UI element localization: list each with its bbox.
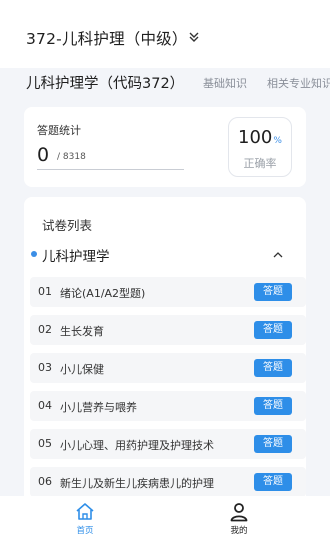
accuracy-unit: % <box>273 136 282 146</box>
chapter-row[interactable]: 06 新生儿及新生儿疾病患儿的护理 答题 <box>30 467 306 497</box>
stats-card: 答题统计 0 / 8318 100% 正确率 <box>24 107 306 187</box>
exam-header[interactable]: 372-儿科护理（中级） <box>0 0 330 68</box>
group-name[interactable]: 儿科护理学 <box>42 245 110 265</box>
answered-count: 0 <box>37 144 50 166</box>
chapter-num: 04 <box>38 399 52 412</box>
stats-label: 答题统计 <box>37 124 81 137</box>
exam-title[interactable]: 372-儿科护理（中级） <box>26 27 188 49</box>
chapter-row[interactable]: 03 小儿保健 答题 <box>30 353 306 383</box>
chapter-num: 02 <box>38 323 52 336</box>
chapter-row[interactable]: 04 小儿营养与喂养 答题 <box>30 391 306 421</box>
chapter-name: 生长发育 <box>60 325 104 338</box>
chapter-num: 05 <box>38 437 52 450</box>
user-icon <box>230 503 248 522</box>
chapter-num: 01 <box>38 285 52 298</box>
chapter-row[interactable]: 05 小儿心理、用药护理及护理技术 答题 <box>30 429 306 459</box>
chapter-row[interactable]: 01 绪论(A1/A2型题) 答题 <box>30 277 306 307</box>
chapter-name: 小儿营养与喂养 <box>60 401 137 414</box>
nav-mine[interactable]: 我的 <box>209 496 269 550</box>
subject-tab-bar: 儿科护理学（代码372） 基础知识 相关专业知识 <box>0 68 330 100</box>
group-dot-icon <box>31 251 37 257</box>
nav-home[interactable]: 首页 <box>55 496 115 550</box>
answer-button[interactable]: 答题 <box>254 359 292 377</box>
bottom-nav: 首页 我的 <box>0 496 330 550</box>
chapter-row[interactable]: 02 生长发育 答题 <box>30 315 306 345</box>
nav-home-label: 首页 <box>76 526 94 536</box>
chevron-up-icon[interactable] <box>272 249 284 261</box>
home-icon <box>76 503 94 520</box>
answer-button[interactable]: 答题 <box>254 435 292 453</box>
chevron-double-down-icon[interactable] <box>187 30 201 44</box>
chapter-name: 小儿保健 <box>60 363 104 376</box>
answer-button[interactable]: 答题 <box>254 283 292 301</box>
answer-button[interactable]: 答题 <box>254 473 292 491</box>
total-count: / 8318 <box>57 152 86 162</box>
chapter-name: 新生儿及新生儿疾病患儿的护理 <box>60 477 214 490</box>
accuracy-number: 100 <box>238 127 273 148</box>
subject-tab-active[interactable]: 儿科护理学（代码372） <box>26 72 184 93</box>
nav-mine-label: 我的 <box>230 526 248 536</box>
tab-basic-knowledge[interactable]: 基础知识 <box>203 75 247 91</box>
chapter-name: 小儿心理、用药护理及护理技术 <box>60 439 214 452</box>
chapter-num: 06 <box>38 475 52 488</box>
accuracy-value: 100% <box>229 127 291 148</box>
chapter-num: 03 <box>38 361 52 374</box>
paper-list-card: 试卷列表 儿科护理学 01 绪论(A1/A2型题) 答题 02 生长发育 答题 … <box>24 197 306 507</box>
stats-divider <box>37 169 184 170</box>
answer-button[interactable]: 答题 <box>254 397 292 415</box>
accuracy-label: 正确率 <box>243 157 277 170</box>
chapter-name: 绪论(A1/A2型题) <box>60 287 146 300</box>
accuracy-box: 100% 正确率 <box>228 117 292 177</box>
paper-list-title: 试卷列表 <box>42 218 93 233</box>
tab-related-knowledge[interactable]: 相关专业知识 <box>267 75 330 91</box>
answer-button[interactable]: 答题 <box>254 321 292 339</box>
